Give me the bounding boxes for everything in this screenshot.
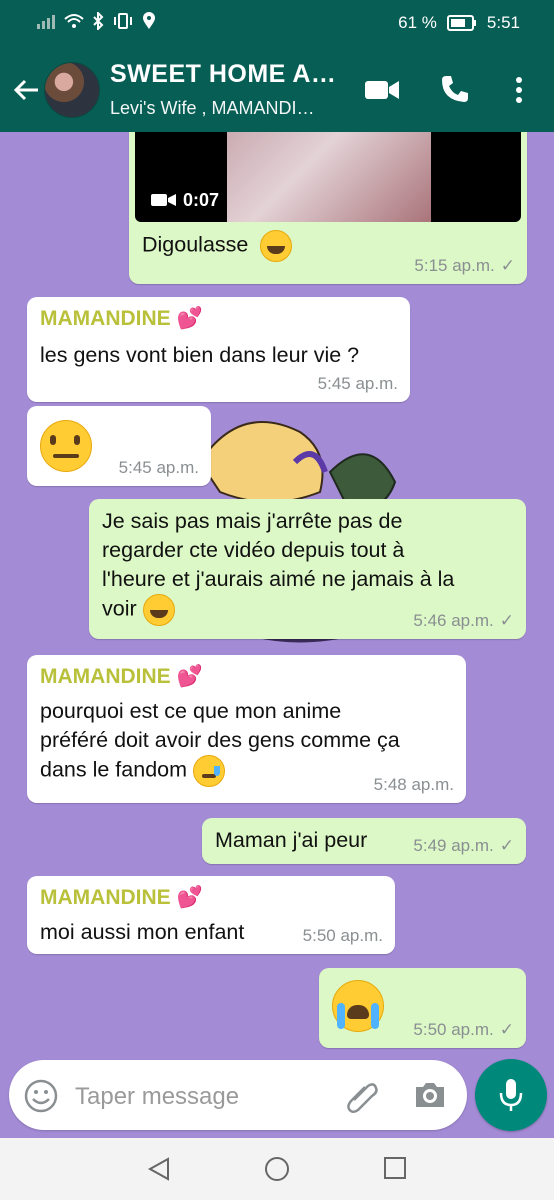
message-bubble-outgoing[interactable]: Maman j'ai peur 5:49 ap.m. ✓ <box>202 818 526 864</box>
wifi-icon <box>64 14 84 28</box>
message-input[interactable]: Taper message <box>75 1083 239 1111</box>
group-members[interactable]: Levi's Wife , MAMANDI… <box>110 98 314 119</box>
video-thumbnail[interactable]: 0:07 <box>135 132 521 222</box>
message-bubble-outgoing[interactable]: Je sais pas mais j'arrête pas de regarde… <box>89 499 526 639</box>
check-icon: ✓ <box>500 256 515 275</box>
message-text: Maman j'ai peur <box>215 828 368 852</box>
check-icon: ✓ <box>499 836 514 855</box>
message-bubble-incoming[interactable]: MAMANDINE 💕 pourquoi est ce que mon anim… <box>27 655 466 803</box>
check-icon: ✓ <box>499 1020 514 1039</box>
message-bubble-incoming[interactable]: 5:45 ap.m. <box>27 406 211 486</box>
check-icon: ✓ <box>499 611 514 630</box>
chat-header: SWEET HOME A… Levi's Wife , MAMANDI… <box>0 46 554 132</box>
crying-face-icon <box>193 755 225 787</box>
message-input-bar[interactable]: Taper message <box>9 1060 467 1130</box>
chat-area[interactable]: 0:07 Digoulasse 5:15 ap.m. ✓ MAMANDINE 💕 … <box>0 132 554 1058</box>
mic-icon <box>499 1079 523 1111</box>
grinning-face-icon <box>142 594 175 626</box>
message-text: les gens vont bien dans leur vie ? <box>40 343 360 367</box>
heart-icon: 💕 <box>176 307 203 330</box>
nav-recents-icon[interactable] <box>383 1156 407 1180</box>
more-vert-icon[interactable] <box>514 76 524 104</box>
phone-icon[interactable] <box>440 74 470 104</box>
group-title[interactable]: SWEET HOME A… <box>110 60 336 89</box>
status-icons-left <box>36 12 156 30</box>
video-call-icon[interactable] <box>364 78 400 102</box>
neutral-face-icon <box>40 420 92 472</box>
message-text: Je sais pas mais j'arrête pas de regarde… <box>102 507 454 626</box>
message-bubble-incoming[interactable]: MAMANDINE 💕 les gens vont bien dans leur… <box>27 297 410 402</box>
camera-icon[interactable] <box>413 1080 447 1110</box>
signal-icon <box>37 15 55 29</box>
location-icon <box>143 12 155 29</box>
message-time: 5:46 ap.m. ✓ <box>413 611 514 630</box>
sender-name: MAMANDINE 💕 <box>40 886 203 909</box>
message-text: Digoulasse <box>142 230 293 262</box>
bluetooth-icon <box>93 12 104 30</box>
message-bubble-outgoing[interactable]: 0:07 Digoulasse 5:15 ap.m. ✓ <box>129 132 527 284</box>
battery-icon <box>446 15 476 31</box>
grinning-face-icon <box>260 230 293 262</box>
system-nav-bar <box>0 1138 554 1200</box>
group-avatar[interactable] <box>44 62 100 118</box>
message-time: 5:45 ap.m. <box>317 374 398 393</box>
message-time: 5:49 ap.m. ✓ <box>413 836 514 855</box>
nav-back-icon[interactable] <box>146 1156 172 1182</box>
heart-icon: 💕 <box>176 665 203 688</box>
heart-icon: 💕 <box>176 886 203 909</box>
message-time: 5:48 ap.m. <box>373 775 454 794</box>
vibrate-icon <box>114 13 132 29</box>
clock: 5:51 <box>486 13 520 32</box>
status-icons-right: 61 % 5:51 <box>398 13 520 33</box>
message-time: 5:50 ap.m. <box>302 926 383 945</box>
video-duration: 0:07 <box>183 190 220 210</box>
attach-icon[interactable] <box>344 1078 380 1114</box>
video-icon <box>151 194 176 206</box>
back-arrow-icon[interactable] <box>12 76 40 104</box>
message-bubble-incoming[interactable]: MAMANDINE 💕 moi aussi mon enfant 5:50 ap… <box>27 876 395 954</box>
battery-percent: 61 % <box>398 13 437 32</box>
message-time: 5:45 ap.m. <box>118 458 199 477</box>
nav-home-icon[interactable] <box>264 1156 290 1182</box>
status-bar: 61 % 5:51 <box>0 0 554 46</box>
sender-name: MAMANDINE 💕 <box>40 307 203 330</box>
message-text: pourquoi est ce que mon anime préféré do… <box>40 697 400 787</box>
emoji-icon[interactable] <box>24 1079 58 1113</box>
mic-button[interactable] <box>475 1059 547 1131</box>
message-text: moi aussi mon enfant <box>40 920 245 944</box>
loudly-crying-face-icon <box>332 980 384 1032</box>
message-time: 5:50 ap.m. ✓ <box>413 1020 514 1039</box>
message-time: 5:15 ap.m. ✓ <box>414 256 515 275</box>
message-bubble-outgoing[interactable]: 5:50 ap.m. ✓ <box>319 968 526 1048</box>
sender-name: MAMANDINE 💕 <box>40 665 203 688</box>
